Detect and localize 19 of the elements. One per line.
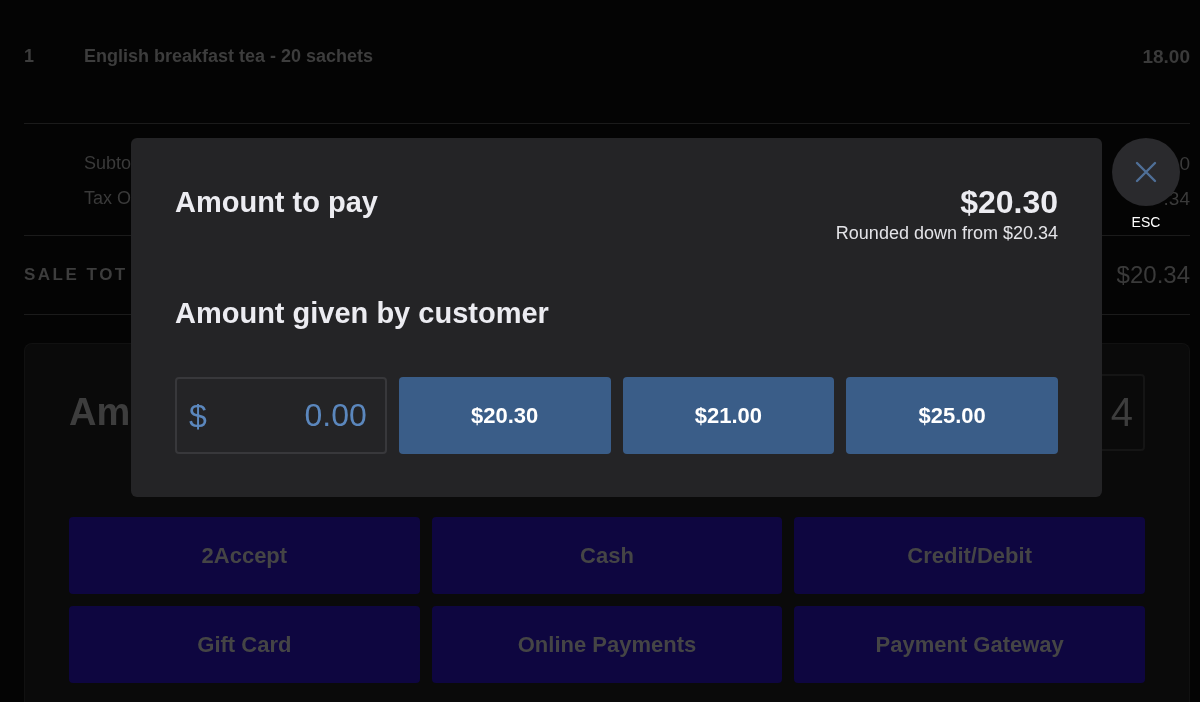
- sale-total-label: SALE TOT: [24, 265, 128, 285]
- payment-method-button[interactable]: Credit/Debit: [794, 517, 1145, 594]
- dialog-title: Amount to pay: [175, 185, 378, 220]
- esc-label: ESC: [1131, 214, 1161, 231]
- quick-amount-button[interactable]: $25.00: [846, 377, 1058, 454]
- payment-method-button[interactable]: Payment Gateway: [794, 606, 1145, 683]
- quick-amount-button[interactable]: $21.00: [622, 377, 835, 454]
- payment-method-button[interactable]: Online Payments: [431, 606, 783, 683]
- rounding-note: Rounded down from $20.34: [835, 222, 1058, 244]
- close-icon: [1135, 161, 1157, 183]
- amount-given-label: Amount given by customer: [175, 296, 550, 331]
- line-item-quantity: 1: [24, 46, 35, 67]
- payment-method-button[interactable]: Gift Card: [69, 606, 420, 683]
- currency-symbol: $: [189, 397, 207, 434]
- payment-method-button[interactable]: Cash: [431, 517, 783, 594]
- quick-amount-button[interactable]: $20.30: [398, 377, 611, 454]
- payment-method-button[interactable]: 2Accept: [69, 517, 420, 594]
- amount-due: $20.30: [960, 183, 1058, 222]
- line-item-description: English breakfast tea - 20 sachets: [84, 46, 375, 67]
